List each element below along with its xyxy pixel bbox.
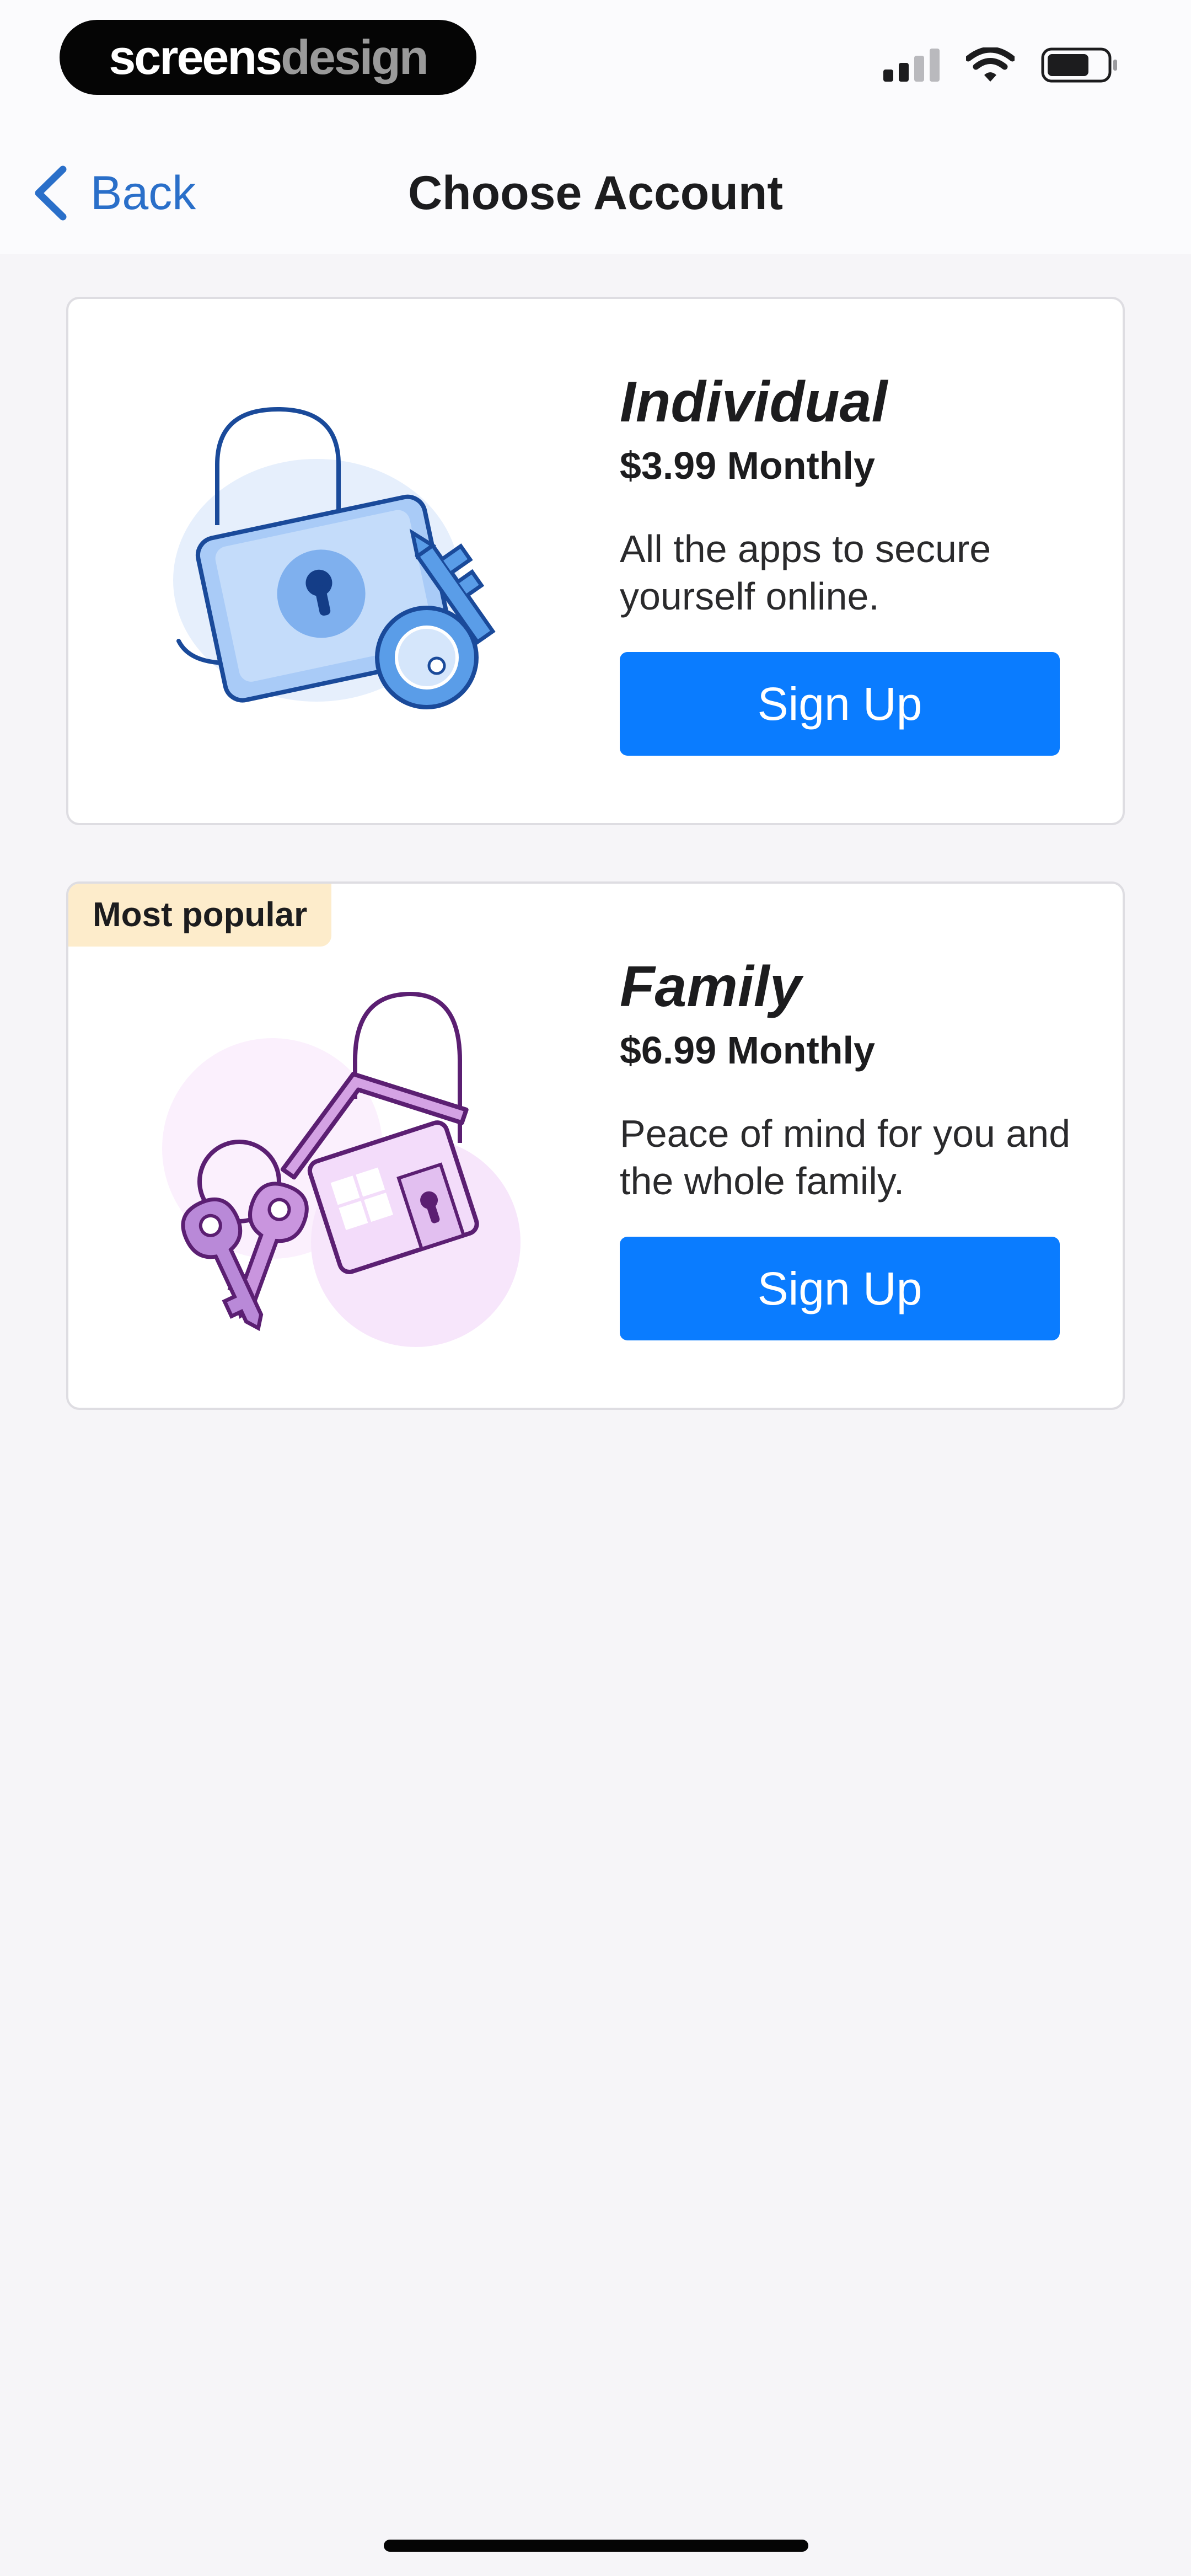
- plan-card-family: Most popular Family $6.99 Monthly Peace …: [66, 881, 1125, 1410]
- cellular-signal-icon: [883, 49, 940, 82]
- plan-description: Peace of mind for you and the whole fami…: [620, 1112, 1071, 1203]
- plan-description: All the apps to secure yourself online.: [620, 527, 991, 618]
- plan-price: $3.99 Monthly: [620, 444, 875, 487]
- brand-logo-part1: screens: [109, 30, 282, 84]
- brand-logo: screens design: [60, 20, 476, 95]
- padlock-with-key-illustration: [173, 407, 496, 709]
- status-bar: [883, 47, 1118, 83]
- page-title: Choose Account: [407, 167, 784, 220]
- battery-icon: [1041, 47, 1117, 83]
- plan-name: Individual: [620, 370, 888, 434]
- plan-card-individual: Individual $3.99 Monthly All the apps to…: [66, 297, 1125, 825]
- sign-up-button-family[interactable]: Sign Up: [620, 1237, 1060, 1340]
- plan-price: $6.99 Monthly: [620, 1029, 875, 1072]
- wifi-icon: [966, 47, 1015, 82]
- most-popular-badge: Most popular: [68, 884, 332, 947]
- house-keychain-illustration: [162, 991, 521, 1347]
- brand-logo-part2: design: [281, 30, 429, 84]
- plan-name: Family: [620, 955, 802, 1019]
- sign-up-button-individual[interactable]: Sign Up: [620, 652, 1060, 756]
- top-bar: screens design Back Choose Account: [0, 0, 1191, 254]
- home-indicator[interactable]: [384, 2540, 808, 2552]
